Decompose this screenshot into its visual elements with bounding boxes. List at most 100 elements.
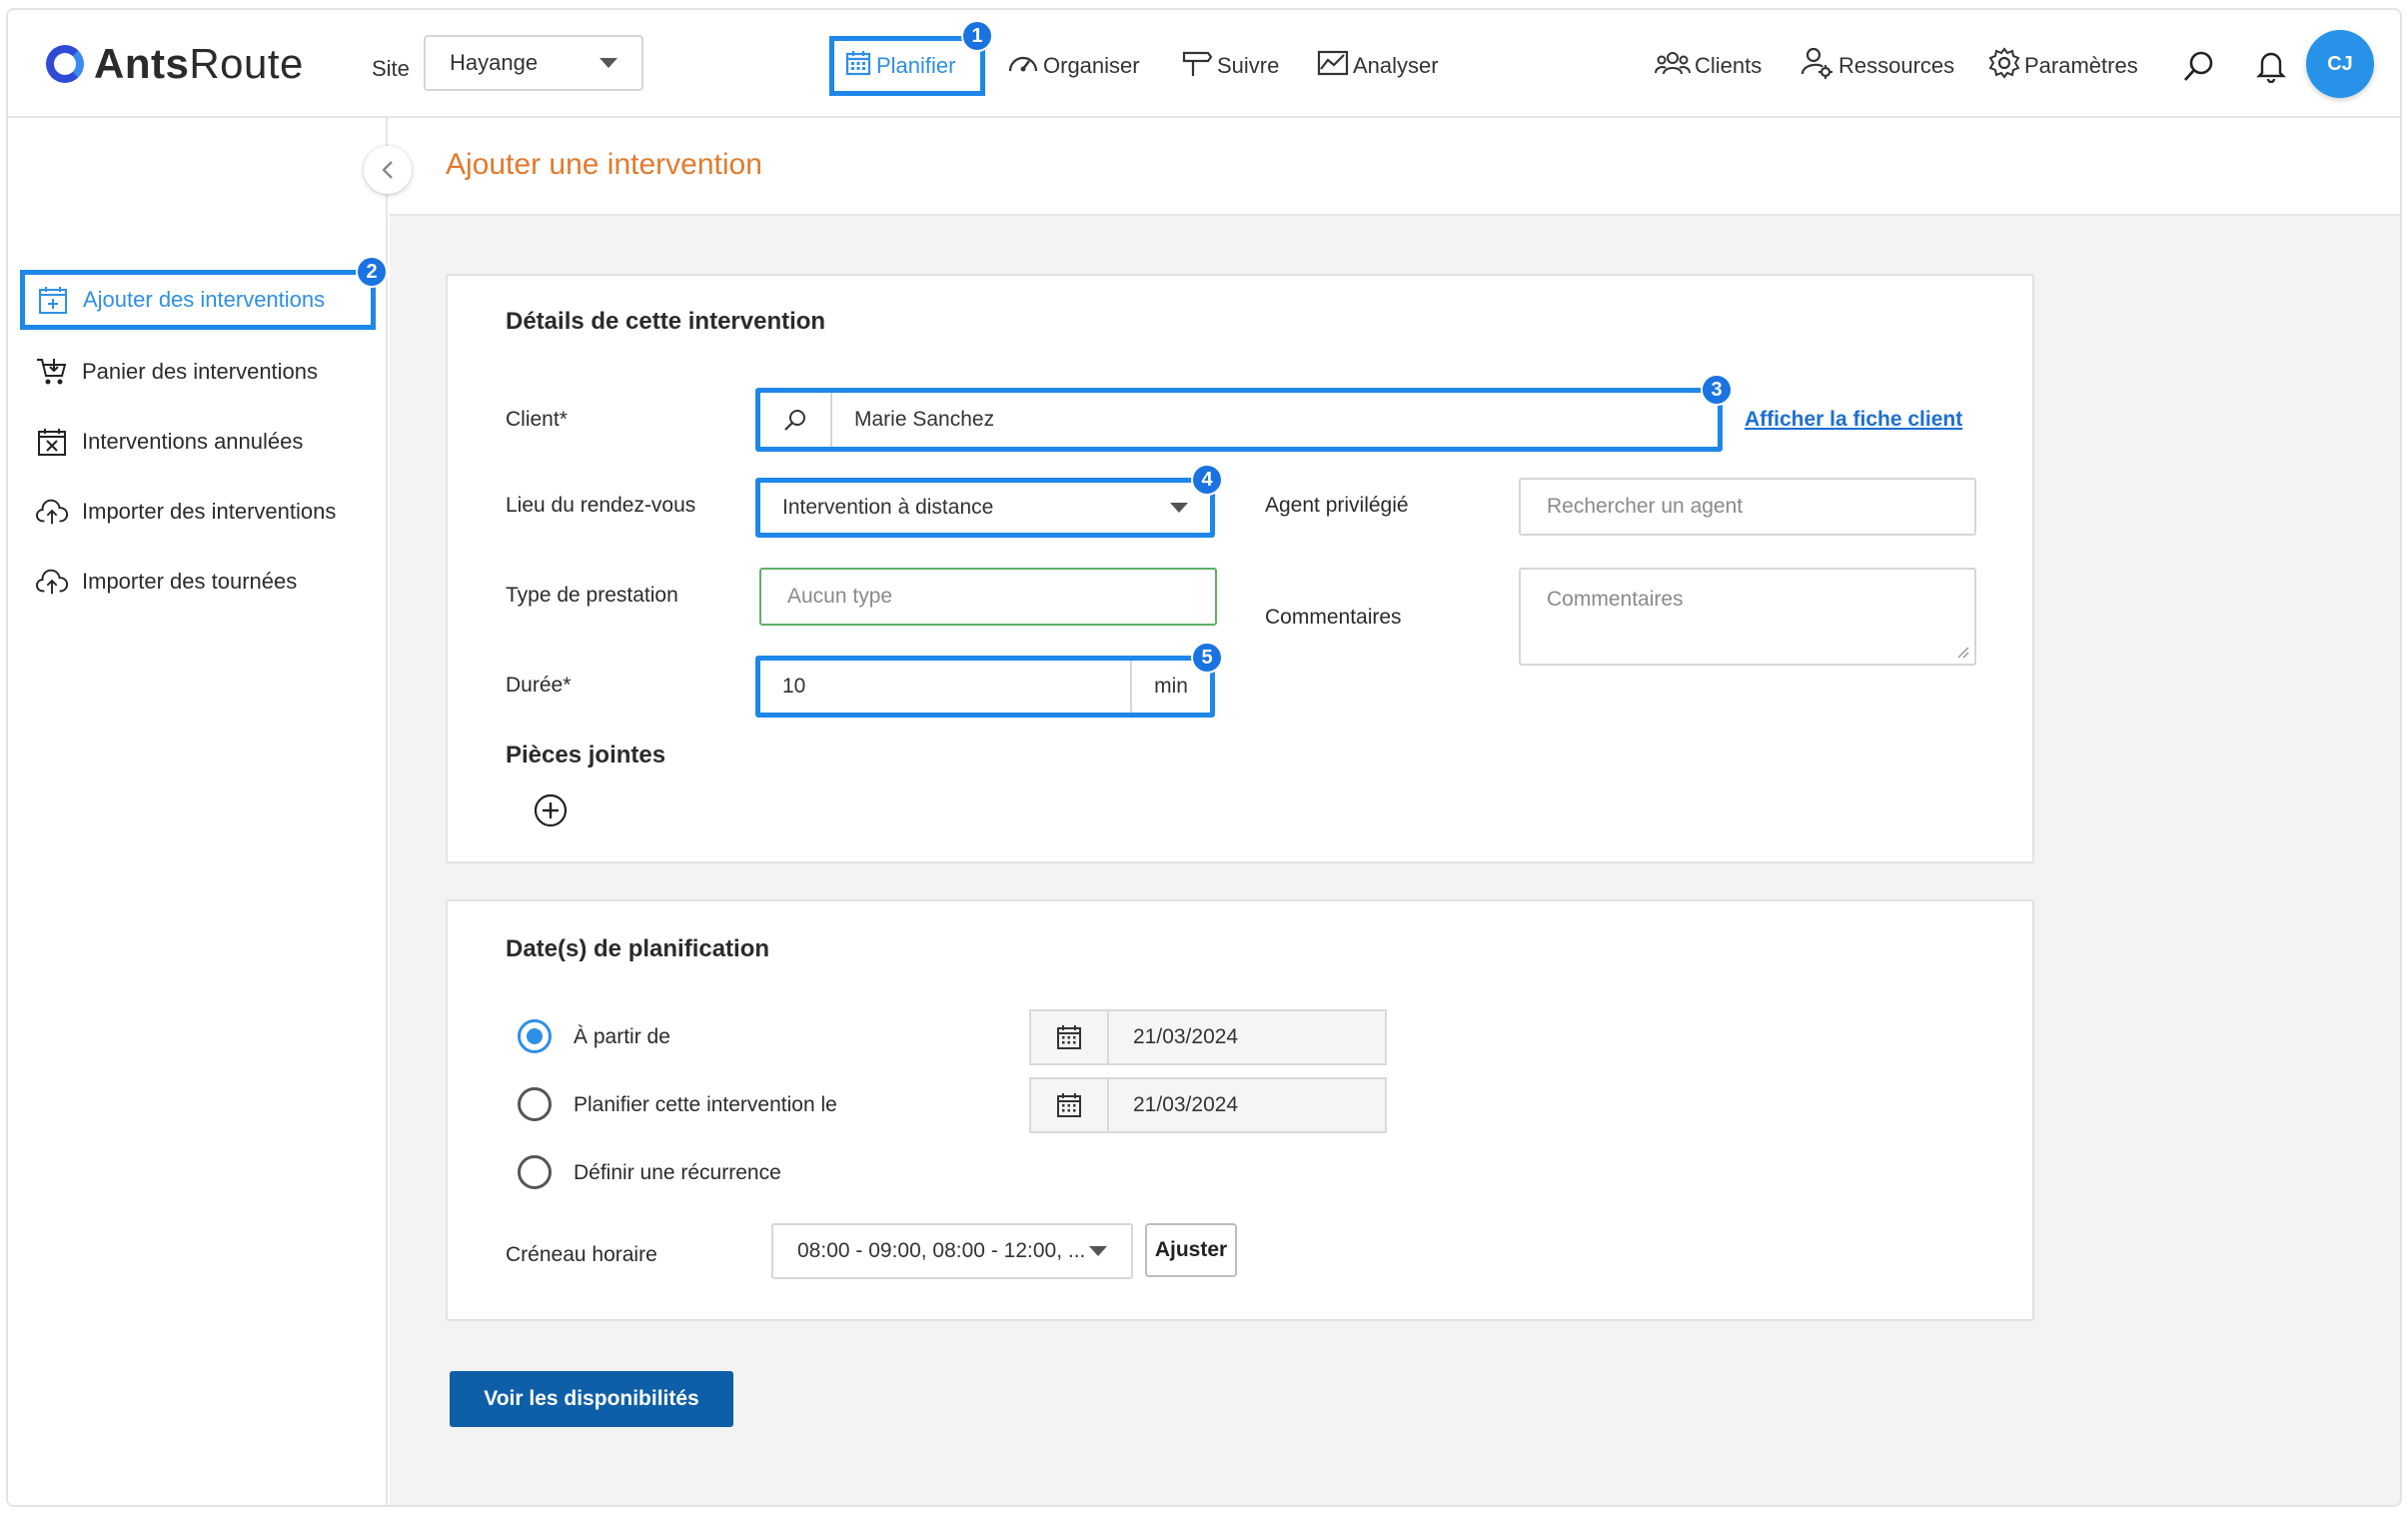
radio-label-a-partir-de: À partir de — [574, 1025, 670, 1048]
planning-section-title: Date(s) de planification — [506, 935, 770, 962]
site-select-value: Hayange — [450, 50, 539, 75]
creneau-select[interactable]: 08:00 - 09:00, 08:00 - 12:00, ... — [771, 1223, 1133, 1279]
date-a-partir-de-field[interactable]: 21/03/2024 — [1029, 1009, 1387, 1065]
afficher-fiche-client-link[interactable]: Afficher la fiche client — [1745, 408, 1962, 432]
creneau-label: Créneau horaire — [506, 1243, 657, 1266]
signpost-icon — [1181, 49, 1213, 83]
nav-planifier-label: Planifier — [876, 53, 956, 78]
duree-value: 10 — [782, 675, 806, 698]
date-value: 21/03/2024 — [1133, 1093, 1239, 1116]
nav-parametres-label: Paramètres — [2024, 53, 2138, 78]
calendar-x-icon — [36, 426, 68, 458]
nav-analyser-label: Analyser — [1353, 53, 1439, 78]
intervention-details-card: Détails de cette intervention Client* Ma… — [446, 274, 2034, 863]
logo-text-bold: Ants — [94, 40, 190, 87]
type-label: Type de prestation — [506, 584, 678, 607]
users-group-icon — [1655, 49, 1691, 83]
logo-text-light: Route — [189, 40, 304, 87]
agent-search-input[interactable]: Rechercher un agent — [1519, 478, 1976, 536]
step-badge-4: 4 — [1191, 464, 1223, 496]
type-prestation-input[interactable]: Aucun type — [759, 568, 1217, 626]
calendar-plus-icon — [37, 284, 69, 316]
nav-organiser-label: Organiser — [1043, 53, 1140, 78]
duree-field[interactable]: 10 min — [755, 656, 1215, 718]
duree-label: Durée* — [506, 674, 572, 697]
chevron-down-icon — [1089, 1246, 1107, 1256]
gear-icon — [1988, 47, 2020, 85]
resize-handle-icon[interactable] — [1956, 646, 1970, 660]
sidebar-item-importer-tournees[interactable]: Importer des tournées — [36, 556, 297, 608]
site-select[interactable]: Hayange — [424, 35, 643, 91]
nav-suivre[interactable]: Suivre — [1181, 40, 1279, 92]
sidebar: Ajouter des interventions 2 Panier des i… — [8, 118, 412, 1505]
nav-parametres[interactable]: Paramètres — [1988, 40, 2138, 92]
top-navigation-bar: AntsRoute Site Hayange Planifier 1 Organ… — [8, 10, 2400, 118]
collapse-sidebar-button[interactable] — [364, 146, 412, 194]
creneau-value: 08:00 - 09:00, 08:00 - 12:00, ... — [797, 1239, 1086, 1262]
calendar-icon — [1031, 1079, 1109, 1131]
agent-placeholder: Rechercher un agent — [1547, 495, 1744, 518]
cloud-upload-icon — [36, 566, 68, 598]
nav-suivre-label: Suivre — [1217, 53, 1280, 78]
nav-analyser[interactable]: Analyser — [1317, 40, 1439, 92]
voir-disponibilites-button[interactable]: Voir les disponibilités — [450, 1371, 733, 1427]
client-value: Marie Sanchez — [854, 408, 995, 431]
radio-a-partir-de[interactable] — [518, 1019, 552, 1053]
client-search-field[interactable]: Marie Sanchez — [755, 388, 1723, 452]
page-header: Ajouter une intervention — [390, 118, 2400, 216]
agent-label: Agent privilégié — [1265, 494, 1409, 517]
plus-circle-icon — [534, 793, 568, 827]
calendar-icon — [1031, 1011, 1109, 1063]
antsroute-logo[interactable]: AntsRoute — [46, 40, 304, 88]
ajuster-button[interactable]: Ajuster — [1145, 1223, 1237, 1277]
app-window: AntsRoute Site Hayange Planifier 1 Organ… — [6, 8, 2402, 1507]
cart-icon — [36, 356, 68, 388]
sidebar-item-label: Importer des interventions — [82, 499, 337, 524]
date-value: 21/03/2024 — [1133, 1025, 1239, 1048]
details-section-title: Détails de cette intervention — [506, 308, 826, 335]
sidebar-item-ajouter[interactable]: Ajouter des interventions — [20, 270, 376, 330]
chevron-down-icon — [1170, 503, 1188, 513]
add-attachment-button[interactable] — [534, 793, 568, 827]
search-icon[interactable] — [2182, 40, 2216, 92]
radio-label-recurrence: Définir une récurrence — [574, 1161, 781, 1184]
pieces-jointes-title: Pièces jointes — [506, 742, 666, 768]
chevron-down-icon — [600, 58, 617, 68]
nav-clients[interactable]: Clients — [1655, 40, 1762, 92]
logo-icon — [46, 45, 84, 83]
radio-recurrence[interactable] — [518, 1155, 552, 1189]
commentaires-textarea[interactable]: Commentaires — [1519, 568, 1976, 666]
site-label: Site — [372, 56, 410, 81]
sidebar-item-label: Importer des tournées — [82, 569, 298, 594]
bell-icon[interactable] — [2256, 40, 2286, 92]
nav-clients-label: Clients — [1695, 53, 1763, 78]
step-badge-2: 2 — [356, 256, 388, 288]
cloud-upload-icon — [36, 496, 68, 528]
client-label: Client* — [506, 408, 568, 431]
nav-organiser[interactable]: Organiser — [1007, 40, 1140, 92]
commentaires-label: Commentaires — [1265, 606, 1402, 629]
chart-icon — [1317, 49, 1349, 83]
lieu-select[interactable]: Intervention à distance — [755, 478, 1215, 538]
sidebar-item-label: Interventions annulées — [82, 429, 304, 454]
sidebar-item-importer-interventions[interactable]: Importer des interventions — [36, 486, 336, 538]
chevron-left-icon — [382, 161, 393, 179]
main-content: Ajouter une intervention Détails de cett… — [390, 118, 2400, 1505]
sidebar-item-panier[interactable]: Panier des interventions — [36, 346, 318, 398]
sidebar-item-annulees[interactable]: Interventions annulées — [36, 416, 303, 468]
lieu-label: Lieu du rendez-vous — [506, 494, 696, 517]
nav-ressources[interactable]: Ressources — [1801, 40, 1954, 92]
step-badge-1: 1 — [961, 20, 993, 52]
step-badge-3: 3 — [1701, 374, 1733, 406]
sidebar-item-label: Panier des interventions — [82, 359, 319, 384]
lieu-value: Intervention à distance — [782, 496, 994, 519]
radio-planifier-le[interactable] — [518, 1087, 552, 1121]
gauge-icon — [1007, 49, 1039, 83]
nav-planifier[interactable]: Planifier — [829, 36, 985, 96]
nav-ressources-label: Ressources — [1838, 53, 1955, 78]
sidebar-item-label: Ajouter des interventions — [83, 287, 326, 312]
page-title: Ajouter une intervention — [446, 148, 762, 181]
user-avatar[interactable]: CJ — [2306, 30, 2374, 98]
date-planifier-le-field[interactable]: 21/03/2024 — [1029, 1077, 1387, 1133]
calendar-icon — [844, 49, 872, 83]
